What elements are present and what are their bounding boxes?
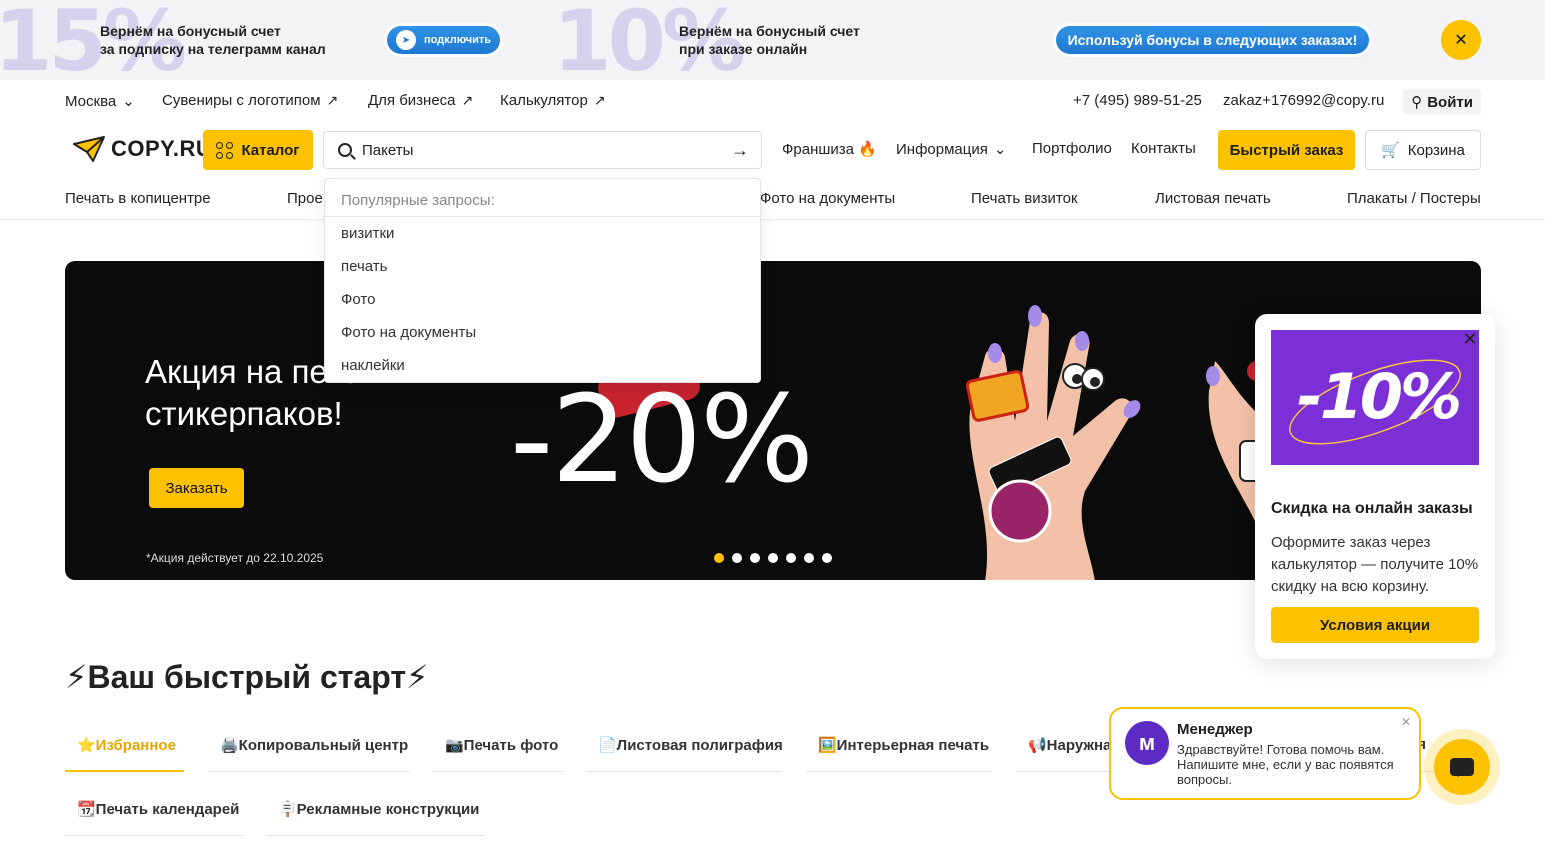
carousel-dot[interactable] <box>732 553 742 563</box>
carousel-dot[interactable] <box>786 553 796 563</box>
catalog-button[interactable]: Каталог <box>203 130 313 170</box>
chat-button[interactable] <box>1434 739 1490 795</box>
link-business[interactable]: Для бизнеса ↗ <box>368 92 473 109</box>
logo[interactable]: COPY.RU <box>73 136 212 162</box>
login-label: Войти <box>1427 93 1473 111</box>
city-selector[interactable]: Москва ⌄ <box>65 92 135 111</box>
nav-portfolio[interactable]: Портфолио <box>1032 140 1112 157</box>
chat-message: Здравствуйте! Готова помочь вам. Напишит… <box>1177 742 1394 787</box>
suggestion-item[interactable]: визитки <box>325 217 760 250</box>
close-icon[interactable]: ✕ <box>1441 20 1481 60</box>
category-business-cards[interactable]: Печать визиток <box>971 190 1078 207</box>
carousel-dots <box>714 553 832 563</box>
page: 15% Вернём на бонусный счет за подписку … <box>0 0 1560 850</box>
popup-title: Скидка на онлайн заказы <box>1271 500 1473 517</box>
cart-button[interactable]: 🛒 Корзина <box>1365 130 1481 170</box>
nav-franchise[interactable]: Франшиза 🔥 <box>782 140 877 158</box>
category-sheet-printing[interactable]: Листовая печать <box>1155 190 1271 207</box>
promo-text-online: Вернём на бонусный счет при заказе онлай… <box>679 23 860 57</box>
tab-copy-center[interactable]: 🖨️Копировальный центр <box>208 736 409 772</box>
promo-bonus-button[interactable]: Используй бонусы в следующих заказах! <box>1056 26 1369 54</box>
nav-info-label: Информация <box>896 140 988 158</box>
category-project[interactable]: Прое <box>287 190 323 207</box>
link-label: Калькулятор <box>500 92 588 109</box>
arrow-up-right-icon: ↗ <box>326 92 339 108</box>
chat-widget[interactable]: ᴍ Менеджер Здравствуйте! Готова помочь в… <box>1109 707 1421 800</box>
promo-text-telegram: Вернём на бонусный счет за подписку на т… <box>100 23 326 57</box>
close-icon[interactable]: ✕ <box>1461 330 1479 348</box>
cart-label: Корзина <box>1407 141 1465 159</box>
email-link[interactable]: zakaz+176992@copy.ru <box>1223 92 1384 109</box>
chevron-down-icon: ⌄ <box>122 93 135 110</box>
chat-bubble-icon <box>1450 758 1474 777</box>
carousel-dot[interactable] <box>822 553 832 563</box>
user-icon: ⚲ <box>1411 94 1423 111</box>
popup-text: Оформите заказ через калькулятор — получ… <box>1271 534 1479 595</box>
carousel-dot[interactable] <box>750 553 760 563</box>
telegram-icon: ➤ <box>395 30 416 50</box>
promo-terms-button[interactable]: Условия акции <box>1271 607 1479 643</box>
tab-sheet-polygraphy[interactable]: 📄Листовая полиграфия <box>586 736 783 772</box>
hand-illustration <box>965 305 1141 580</box>
paper-plane-icon <box>73 136 105 162</box>
grid-icon <box>216 141 234 159</box>
chevron-down-icon: ⌄ <box>993 141 1007 158</box>
category-posters[interactable]: Плакаты / Постеры <box>1347 190 1481 207</box>
suggestion-item[interactable]: наклейки <box>325 349 760 382</box>
login-button[interactable]: ⚲ Войти <box>1403 89 1481 115</box>
link-souvenirs[interactable]: Сувениры с логотипом ↗ <box>162 92 338 109</box>
category-copy-center[interactable]: Печать в копицентре <box>65 190 211 207</box>
logo-text: COPY.RU <box>111 136 213 161</box>
chat-name: Менеджер <box>1177 721 1253 738</box>
nav-contacts[interactable]: Контакты <box>1131 140 1196 157</box>
search-icon <box>338 143 352 157</box>
banner-order-button[interactable]: Заказать <box>149 468 244 508</box>
category-row: Печать в копицентре Прое Фото на докумен… <box>0 190 1545 220</box>
tab-outdoor[interactable]: 📢Наружна <box>1016 736 1116 772</box>
tab-favorites[interactable]: ⭐Избранное <box>65 736 184 772</box>
promo-connect-button[interactable]: ➤ подключить <box>387 26 500 54</box>
cart-icon: 🛒 <box>1381 142 1400 159</box>
discount-image-text: -10% <box>1297 360 1462 433</box>
carousel-dot[interactable] <box>804 553 814 563</box>
promo-strip: 15% Вернём на бонусный счет за подписку … <box>0 0 1545 90</box>
search-input[interactable] <box>362 141 702 159</box>
carousel-dot-active[interactable] <box>714 553 724 563</box>
category-photo-docs[interactable]: Фото на документы <box>760 190 895 207</box>
tab-photo-print[interactable]: 📷Печать фото <box>433 736 563 772</box>
city-label: Москва <box>65 92 117 110</box>
link-label: Для бизнеса <box>368 92 456 109</box>
discount-image: -10% <box>1271 330 1479 465</box>
banner-percent: -20% <box>510 371 814 510</box>
banner-note: *Акция действует до 22.10.2025 <box>146 551 324 565</box>
phone-link[interactable]: +7 (495) 989-51-25 <box>1073 92 1202 109</box>
quick-order-button[interactable]: Быстрый заказ <box>1218 130 1355 170</box>
suggestions-heading: Популярные запросы: <box>325 179 760 217</box>
suggestion-item[interactable]: печать <box>325 250 760 283</box>
discount-popup: -10% ✕ Скидка на онлайн заказы Оформите … <box>1255 314 1495 659</box>
tab-interior-print[interactable]: 🖼️Интерьерная печать <box>806 736 992 772</box>
suggestion-item[interactable]: Фото на документы <box>325 316 760 349</box>
link-label: Сувениры с логотипом <box>162 92 321 109</box>
manager-avatar: ᴍ <box>1125 721 1169 765</box>
search-bar: → <box>323 131 762 169</box>
catalog-label: Каталог <box>241 141 300 159</box>
suggestion-item[interactable]: Фото <box>325 283 760 316</box>
tab-ad-structures[interactable]: 🪧Рекламные конструкции <box>266 800 485 836</box>
arrow-right-icon[interactable]: → <box>731 140 749 161</box>
link-calculator[interactable]: Калькулятор ↗ <box>500 92 606 109</box>
tab-calendars[interactable]: 📆Печать календарей <box>65 800 243 836</box>
close-icon[interactable]: ✕ <box>1401 715 1411 729</box>
promo-connect-label: подключить <box>423 34 492 46</box>
search-suggestions: Популярные запросы: визитки печать Фото … <box>324 178 761 383</box>
arrow-up-right-icon: ↗ <box>593 92 606 108</box>
top-row: Москва ⌄ Сувениры с логотипом ↗ Для бизне… <box>65 89 1481 115</box>
arrow-up-right-icon: ↗ <box>461 92 474 108</box>
carousel-dot[interactable] <box>768 553 778 563</box>
nav-info[interactable]: Информация ⌄ <box>896 140 1007 159</box>
section-title: ⚡Ваш быстрый старт⚡ <box>65 659 429 695</box>
